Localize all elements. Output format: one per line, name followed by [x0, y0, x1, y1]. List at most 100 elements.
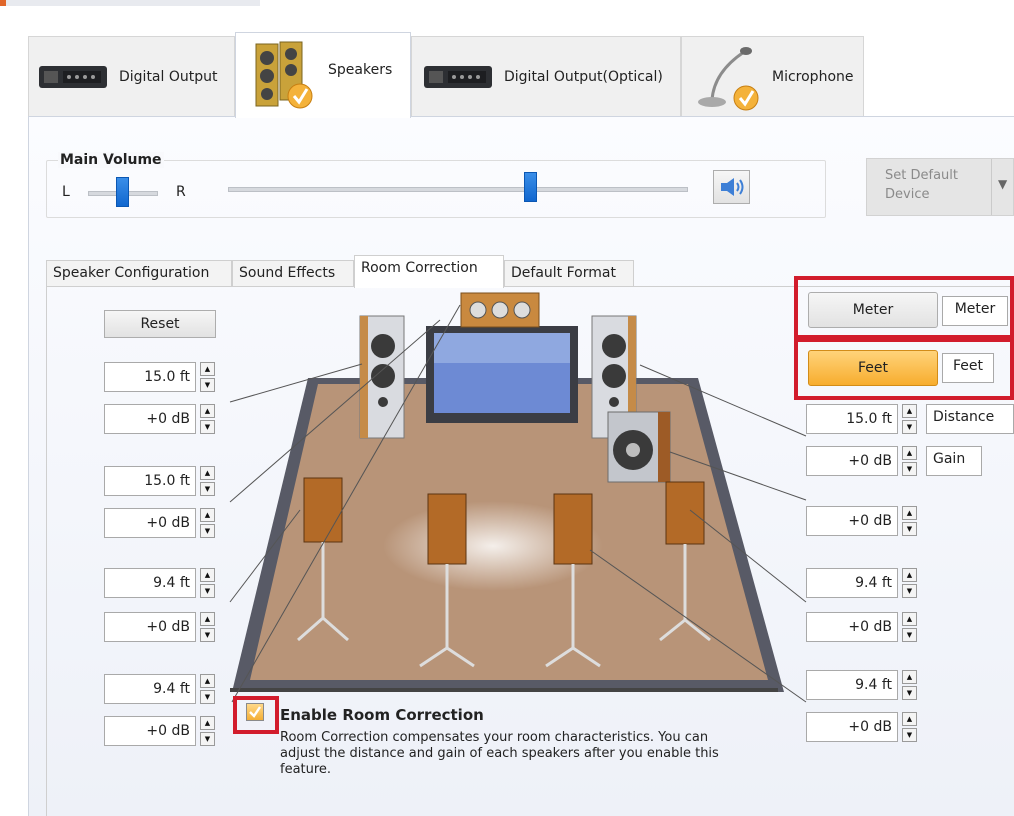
- rear-right-gain-spinner[interactable]: +0 dB ▲ ▼: [806, 712, 918, 742]
- enable-room-correction-checkbox[interactable]: [246, 703, 264, 721]
- front-right-gain-spinner[interactable]: +0 dB ▲ ▼: [806, 446, 918, 476]
- balance-right-label: R: [176, 184, 186, 200]
- chevron-down-icon[interactable]: ▼: [998, 177, 1007, 191]
- spin-up-icon[interactable]: ▲: [902, 568, 917, 582]
- description-line-2: adjust the distance and gain of each spe…: [280, 746, 719, 761]
- set-default-device-button[interactable]: Set Default Device ▼: [866, 158, 1014, 216]
- rear-right-distance-spinner[interactable]: 9.4 ft ▲ ▼: [806, 670, 918, 700]
- description-line-1: Room Correction compensates your room ch…: [280, 730, 709, 745]
- side-left-distance-value[interactable]: 9.4 ft: [104, 568, 196, 598]
- subwoofer-gain-spinner[interactable]: +0 dB ▲ ▼: [806, 506, 918, 536]
- distance-label: Distance: [926, 404, 1014, 434]
- volume-slider-thumb[interactable]: [524, 172, 538, 202]
- rear-right-distance-value[interactable]: 9.4 ft: [806, 670, 898, 700]
- front-right-distance-spinner[interactable]: 15.0 ft ▲ ▼: [806, 404, 918, 434]
- spin-up-icon[interactable]: ▲: [200, 404, 215, 418]
- speakers-device-icon: [255, 41, 313, 108]
- rear-left-distance-spinner[interactable]: 9.4 ft ▲ ▼: [104, 674, 216, 704]
- set-default-divider: [991, 159, 992, 215]
- front-left-distance-spinner[interactable]: 15.0 ft ▲ ▼: [104, 362, 216, 392]
- spin-up-icon[interactable]: ▲: [200, 674, 215, 688]
- spin-down-icon[interactable]: ▼: [200, 690, 215, 704]
- gain-label: Gain: [926, 446, 982, 476]
- tab-sound-effects[interactable]: Sound Effects: [232, 260, 354, 287]
- center-gain-value[interactable]: +0 dB: [104, 508, 196, 538]
- spin-down-icon[interactable]: ▼: [200, 584, 215, 598]
- reset-button[interactable]: Reset: [104, 310, 216, 338]
- spin-down-icon[interactable]: ▼: [200, 628, 215, 642]
- speaker-volume-icon: [720, 178, 743, 196]
- spin-down-icon[interactable]: ▼: [902, 420, 917, 434]
- tab-speakers[interactable]: Speakers: [235, 32, 411, 118]
- front-left-gain-spinner[interactable]: +0 dB ▲ ▼: [104, 404, 216, 434]
- front-right-gain-value[interactable]: +0 dB: [806, 446, 898, 476]
- spin-up-icon[interactable]: ▲: [200, 466, 215, 480]
- front-right-distance-value[interactable]: 15.0 ft: [806, 404, 898, 434]
- spin-down-icon[interactable]: ▼: [200, 732, 215, 746]
- balance-slider-thumb[interactable]: [116, 177, 129, 207]
- tab-speakers-label: Speakers: [328, 61, 393, 78]
- center-distance-value[interactable]: 15.0 ft: [104, 466, 196, 496]
- rear-left-distance-value[interactable]: 9.4 ft: [104, 674, 196, 704]
- spin-down-icon[interactable]: ▼: [902, 686, 917, 700]
- description-line-3: feature.: [280, 762, 332, 777]
- tab-default-format[interactable]: Default Format: [504, 260, 634, 287]
- digital-output-device-icon: [39, 65, 107, 88]
- spin-up-icon[interactable]: ▲: [200, 568, 215, 582]
- spin-up-icon[interactable]: ▲: [902, 404, 917, 418]
- spin-up-icon[interactable]: ▲: [902, 612, 917, 626]
- microphone-device-icon: [698, 46, 759, 110]
- side-left-gain-spinner[interactable]: +0 dB ▲ ▼: [104, 612, 216, 642]
- mute-button[interactable]: [713, 170, 750, 204]
- tab-digital-output-optical[interactable]: Digital Output(Optical): [411, 36, 681, 116]
- spin-up-icon[interactable]: ▲: [902, 506, 917, 520]
- tab-speaker-configuration[interactable]: Speaker Configuration: [46, 260, 232, 287]
- feet-button[interactable]: Feet: [808, 350, 938, 386]
- rear-right-gain-value[interactable]: +0 dB: [806, 712, 898, 742]
- subwoofer-gain-value[interactable]: +0 dB: [806, 506, 898, 536]
- tab-room-correction[interactable]: Room Correction: [354, 255, 504, 288]
- tab-microphone[interactable]: Microphone: [681, 36, 864, 116]
- rear-left-gain-value[interactable]: +0 dB: [104, 716, 196, 746]
- meter-button[interactable]: Meter: [808, 292, 938, 328]
- center-gain-spinner[interactable]: +0 dB ▲ ▼: [104, 508, 216, 538]
- spin-up-icon[interactable]: ▲: [200, 362, 215, 376]
- side-right-distance-spinner[interactable]: 9.4 ft ▲ ▼: [806, 568, 918, 598]
- volume-slider-track[interactable]: [228, 187, 688, 192]
- spin-down-icon[interactable]: ▼: [200, 524, 215, 538]
- spin-up-icon[interactable]: ▲: [200, 508, 215, 522]
- spin-down-icon[interactable]: ▼: [902, 522, 917, 536]
- side-right-gain-spinner[interactable]: +0 dB ▲ ▼: [806, 612, 918, 642]
- rear-left-gain-spinner[interactable]: +0 dB ▲ ▼: [104, 716, 216, 746]
- tab-digital-output-label: Digital Output: [119, 68, 218, 85]
- spin-up-icon[interactable]: ▲: [902, 670, 917, 684]
- side-right-distance-value[interactable]: 9.4 ft: [806, 568, 898, 598]
- side-left-distance-spinner[interactable]: 9.4 ft ▲ ▼: [104, 568, 216, 598]
- room-illustration: [230, 292, 784, 692]
- spin-up-icon[interactable]: ▲: [200, 716, 215, 730]
- optical-output-device-icon: [424, 65, 492, 88]
- spin-down-icon[interactable]: ▼: [200, 378, 215, 392]
- center-distance-spinner[interactable]: 15.0 ft ▲ ▼: [104, 466, 216, 496]
- spin-down-icon[interactable]: ▼: [902, 584, 917, 598]
- front-left-gain-value[interactable]: +0 dB: [104, 404, 196, 434]
- spin-down-icon[interactable]: ▼: [902, 728, 917, 742]
- spin-down-icon[interactable]: ▼: [902, 628, 917, 642]
- side-left-gain-value[interactable]: +0 dB: [104, 612, 196, 642]
- feet-label: Feet: [942, 353, 994, 383]
- spin-up-icon[interactable]: ▲: [902, 712, 917, 726]
- room-correction-description: Room Correction compensates your room ch…: [280, 730, 780, 778]
- set-default-line2: Device: [885, 187, 930, 202]
- enable-room-correction-title: Enable Room Correction: [280, 706, 484, 724]
- window-title-fragment: [0, 0, 260, 6]
- spin-down-icon[interactable]: ▼: [200, 482, 215, 496]
- tab-digital-output[interactable]: Digital Output: [28, 36, 235, 116]
- spin-down-icon[interactable]: ▼: [902, 462, 917, 476]
- spin-up-icon[interactable]: ▲: [902, 446, 917, 460]
- front-left-distance-value[interactable]: 15.0 ft: [104, 362, 196, 392]
- tab-digital-output-optical-label: Digital Output(Optical): [504, 68, 663, 85]
- spin-up-icon[interactable]: ▲: [200, 612, 215, 626]
- spin-down-icon[interactable]: ▼: [200, 420, 215, 434]
- balance-left-label: L: [62, 184, 70, 200]
- side-right-gain-value[interactable]: +0 dB: [806, 612, 898, 642]
